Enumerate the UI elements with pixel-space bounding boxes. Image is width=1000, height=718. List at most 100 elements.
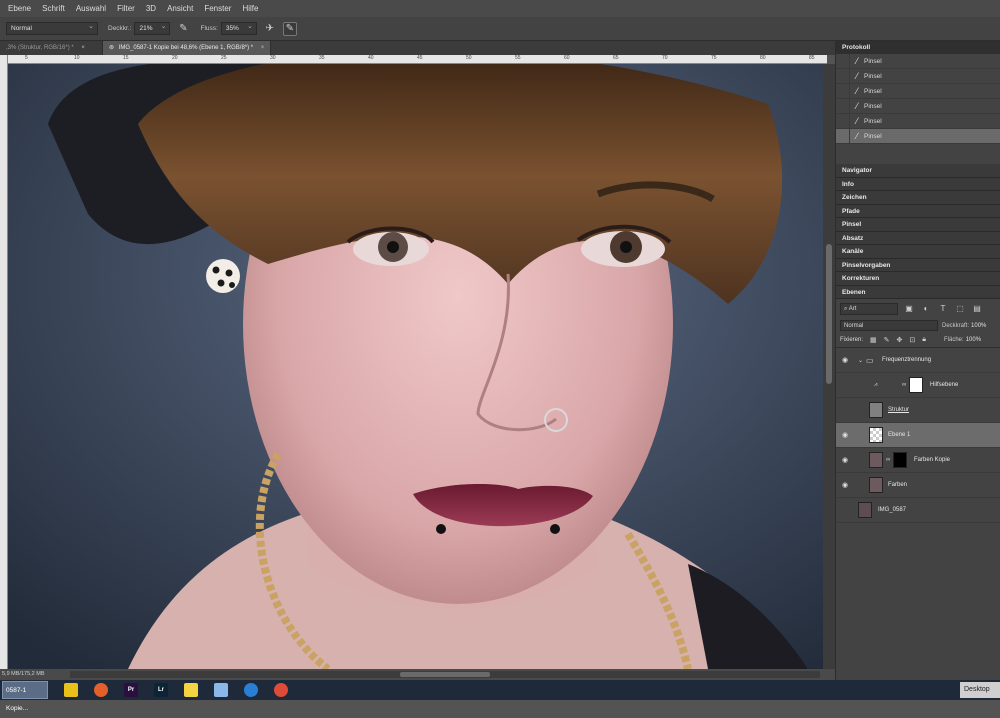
layer-group-row[interactable]: ◉ ⌄ ▭ Frequenztrennung — [836, 348, 1000, 373]
history-item[interactable]: ⁄ Pinsel — [836, 113, 1000, 129]
firefox-icon[interactable] — [94, 683, 108, 697]
taskbar-active-window[interactable]: 0587-1 Kopie... — [2, 681, 48, 712]
network-icon[interactable] — [214, 683, 228, 697]
opacity-label: Deckkraft: — [942, 322, 970, 329]
ruler-tick: 65 — [613, 55, 619, 61]
menu-hilfe[interactable]: Hilfe — [242, 4, 258, 13]
teamviewer-icon[interactable] — [244, 683, 258, 697]
menu-ebene[interactable]: Ebene — [8, 4, 31, 13]
panel-pinselvorgaben[interactable]: Pinselvorgaben — [836, 258, 1000, 272]
scroll-thumb[interactable] — [400, 672, 490, 677]
panel-ebenen[interactable]: Ebenen — [836, 285, 1000, 299]
scroll-thumb[interactable] — [826, 244, 832, 384]
panel-navigator[interactable]: Navigator — [836, 164, 1000, 178]
eye-icon[interactable]: ◉ — [842, 356, 848, 364]
layers-list: ◉ ⌄ ▭ Frequenztrennung ⩘ ∞ Hilfsebene St… — [836, 348, 1000, 523]
airbrush-icon[interactable]: ✈ — [263, 22, 277, 36]
layer-row[interactable]: ◉ Farben — [836, 473, 1000, 498]
explorer-icon[interactable] — [64, 683, 78, 697]
layer-row[interactable]: ◉ ∞ Farben Kopie — [836, 448, 1000, 473]
image-canvas[interactable] — [8, 64, 823, 669]
tab-struktur[interactable]: ,3% (Struktur, RGB/16*) * × — [0, 41, 103, 55]
menu-schrift[interactable]: Schrift — [42, 4, 65, 13]
flow-dropdown[interactable]: 35% — [220, 21, 257, 35]
pixel-filter-icon[interactable]: ▣ — [903, 304, 915, 313]
menu-filter[interactable]: Filter — [117, 4, 135, 13]
adjustment-filter-icon[interactable]: ◐ — [920, 304, 932, 313]
ruler-tick: 10 — [74, 55, 80, 61]
type-filter-icon[interactable]: T — [937, 304, 949, 313]
close-icon[interactable]: × — [81, 45, 85, 51]
sticky-notes-icon[interactable] — [184, 683, 198, 697]
ruler-tick: 60 — [564, 55, 570, 61]
horizontal-ruler: 5 10 15 20 25 30 35 40 45 50 55 60 65 70… — [8, 55, 827, 64]
brush-icon: ⁄ — [856, 116, 858, 126]
right-panel-dock: Protokoll ⁄ Pinsel ⁄ Pinsel ⁄ Pinsel ⁄ Pinse… — [835, 41, 1000, 680]
chevron-down-icon[interactable]: ⌄ — [858, 357, 863, 364]
mode-dropdown[interactable]: Normal — [6, 21, 98, 35]
chain-icon: ∞ — [902, 382, 907, 388]
shape-filter-icon[interactable]: ⬚ — [954, 304, 966, 313]
menu-auswahl[interactable]: Auswahl — [76, 4, 106, 13]
menu-3d[interactable]: 3D — [146, 4, 156, 13]
layer-row[interactable]: IMG_0587 — [836, 498, 1000, 523]
brush-icon: ⁄ — [856, 71, 858, 81]
panel-info[interactable]: Info — [836, 177, 1000, 191]
document-icon: ⊚ — [109, 45, 115, 51]
flow-label: Fluss: — [200, 25, 218, 32]
opacity-value[interactable]: 100% — [971, 323, 986, 329]
layer-name: Farben — [888, 482, 908, 488]
panel-kanaele[interactable]: Kanäle — [836, 245, 1000, 259]
lock-position-icon[interactable]: ✥ — [897, 336, 903, 344]
pressure-opacity-icon[interactable]: ✎ — [176, 22, 190, 36]
close-icon[interactable]: × — [261, 45, 265, 51]
panel-pfade[interactable]: Pfade — [836, 204, 1000, 218]
ruler-tick: 80 — [760, 55, 766, 61]
layer-name: Farben Kopie — [914, 457, 951, 463]
panel-pinsel[interactable]: Pinsel — [836, 218, 1000, 232]
fill-value[interactable]: 100% — [966, 337, 981, 343]
tab-img-0587[interactable]: ⊚ IMG_0587-1 Kopie bei 48,6% (Ebene 1, R… — [103, 41, 272, 55]
chain-icon: ∞ — [886, 457, 891, 463]
ruler-tick: 45 — [417, 55, 423, 61]
layer-filter-dropdown[interactable]: ⌕ Art — [840, 302, 898, 315]
chrome-icon[interactable] — [274, 683, 288, 697]
lock-transparency-icon[interactable]: ▦ — [870, 336, 877, 344]
menu-fenster[interactable]: Fenster — [204, 4, 231, 13]
lock-row: Fixieren: ▦ ✎ ✥ ⊡ 🔒︎ Fläche: 100% — [836, 333, 1000, 348]
eye-icon[interactable]: ◉ — [842, 481, 848, 489]
blend-mode-dropdown[interactable]: Normal — [840, 320, 938, 331]
panel-absatz[interactable]: Absatz — [836, 231, 1000, 245]
layer-name: Frequenztrennung — [882, 357, 932, 363]
lock-artboard-icon[interactable]: ⊡ — [909, 336, 915, 344]
layer-row-selected[interactable]: ◉ Ebene 1 — [836, 423, 1000, 448]
folder-icon: ▭ — [866, 355, 874, 365]
opacity-dropdown[interactable]: 21% — [134, 21, 171, 35]
horizontal-scrollbar[interactable] — [70, 671, 820, 678]
panel-korrekturen[interactable]: Korrekturen — [836, 272, 1000, 286]
history-item[interactable]: ⁄ Pinsel — [836, 98, 1000, 114]
layer-thumbnail — [869, 402, 883, 418]
menu-ansicht[interactable]: Ansicht — [167, 4, 193, 13]
panel-zeichen[interactable]: Zeichen — [836, 191, 1000, 205]
history-panel-title[interactable]: Protokoll — [836, 41, 1000, 54]
layer-name: Hilfsebene — [930, 382, 959, 388]
premiere-icon[interactable]: Pr — [124, 683, 138, 697]
history-item[interactable]: ⁄ Pinsel — [836, 68, 1000, 84]
layer-row[interactable]: Struktur — [836, 398, 1000, 423]
taskbar-desktop-button[interactable]: Desktop — [960, 682, 1000, 698]
eye-icon[interactable]: ◉ — [842, 431, 848, 439]
vertical-ruler — [0, 55, 8, 669]
vertical-scrollbar[interactable] — [823, 64, 835, 669]
lightroom-icon[interactable]: Lr — [154, 683, 168, 697]
history-item-selected[interactable]: ⁄ Pinsel — [836, 128, 1000, 144]
lock-all-icon[interactable]: 🔒︎ — [922, 336, 926, 344]
eye-icon[interactable]: ◉ — [842, 456, 848, 464]
pressure-size-icon[interactable]: ✎ — [282, 21, 297, 36]
layer-row[interactable]: ⩘ ∞ Hilfsebene — [836, 373, 1000, 398]
history-item[interactable]: ⁄ Pinsel — [836, 53, 1000, 69]
smartobject-filter-icon[interactable]: ▤ — [971, 304, 983, 313]
history-item[interactable]: ⁄ Pinsel — [836, 83, 1000, 99]
lock-pixels-icon[interactable]: ✎ — [884, 336, 890, 344]
ruler-tick: 85 — [809, 55, 815, 61]
